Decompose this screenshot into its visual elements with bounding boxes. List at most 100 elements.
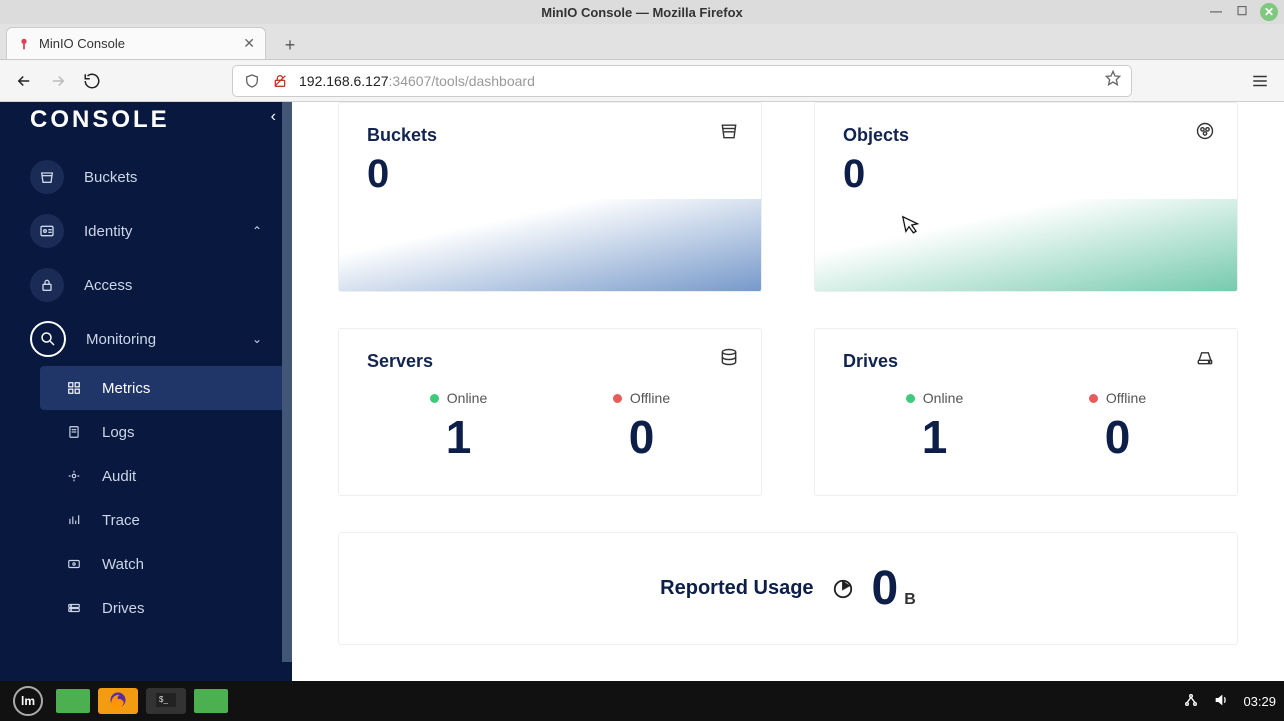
stat-label: Offline [630,390,670,406]
main-content: Buckets 0 Objects 0 Servers [292,102,1284,681]
card-wave-decoration [815,199,1237,291]
magnify-icon [30,321,66,357]
card-title: Servers [367,351,733,372]
card-objects: Objects 0 [814,102,1238,292]
sidebar-item-label: Buckets [84,169,137,186]
audit-icon [64,469,84,483]
card-servers: Servers Online 1 Offline 0 [338,328,762,496]
server-icon [719,347,739,372]
sidebar-item-monitoring[interactable]: Monitoring ⌄ [0,312,292,366]
sidebar-subitem-watch[interactable]: Watch [40,542,292,586]
insecure-icon[interactable] [271,72,289,90]
card-wave-decoration [339,199,761,291]
browser-tab[interactable]: MinIO Console ✕ [6,27,266,59]
drive-icon [1195,347,1215,372]
volume-icon[interactable] [1213,692,1229,711]
lock-icon [30,268,64,302]
back-button[interactable] [10,67,38,95]
objects-icon [1195,121,1215,146]
new-tab-button[interactable]: + [276,31,304,59]
grid-icon [64,381,84,395]
bucket-icon [719,121,739,146]
window-title: MinIO Console — Mozilla Firefox [541,5,743,20]
stat-label: Online [447,390,487,406]
window-titlebar: MinIO Console — Mozilla Firefox — ☐ ✕ [0,0,1284,24]
stat-value: 1 [367,410,550,464]
url-bar[interactable]: 192.168.6.127:34607/tools/dashboard [232,65,1132,97]
pie-icon [832,578,854,600]
card-title: Objects [843,125,1209,146]
collapse-sidebar-icon[interactable]: ‹ [271,108,276,126]
taskbar-firefox-button[interactable] [98,688,138,714]
usage-value: 0B [872,561,916,616]
usage-label: Reported Usage [660,577,813,600]
mint-logo-icon: lm [13,686,43,716]
file-icon [64,425,84,439]
sidebar-subitem-trace[interactable]: Trace [40,498,292,542]
card-title: Drives [843,351,1209,372]
start-menu-button[interactable]: lm [8,686,48,716]
sidebar-subitem-label: Watch [102,556,144,573]
id-icon [30,214,64,248]
shield-icon[interactable] [243,72,261,90]
bucket-icon [30,160,64,194]
sidebar-subitem-label: Metrics [102,380,150,397]
stat-value: 0 [1026,410,1209,464]
sidebar-subitem-label: Drives [102,600,145,617]
browser-navbar: 192.168.6.127:34607/tools/dashboard [0,60,1284,102]
sidebar-subitem-metrics[interactable]: Metrics [40,366,292,410]
stat-online: Online 1 [843,390,1026,464]
sidebar-item-label: Monitoring [86,331,156,348]
sidebar-scrollbar[interactable] [282,102,292,662]
app-sidebar: CONSOLE ‹ Buckets Identity ⌃ [0,102,292,681]
browser-tabstrip: MinIO Console ✕ + [0,24,1284,60]
card-value: 0 [843,152,1209,197]
taskbar-files2-button[interactable] [194,689,228,713]
taskbar-files-button[interactable] [56,689,90,713]
sidebar-item-buckets[interactable]: Buckets [0,150,292,204]
bookmark-star-icon[interactable] [1105,70,1121,91]
window-minimize-icon[interactable]: — [1208,3,1224,19]
sidebar-subitem-logs[interactable]: Logs [40,410,292,454]
stat-label: Online [923,390,963,406]
forward-button[interactable] [44,67,72,95]
sidebar-item-label: Access [84,277,132,294]
reload-button[interactable] [78,67,106,95]
card-value: 0 [367,152,733,197]
stat-offline: Offline 0 [550,390,733,464]
tab-close-icon[interactable]: ✕ [243,35,255,52]
sidebar-subitem-label: Audit [102,468,136,485]
sidebar-item-identity[interactable]: Identity ⌃ [0,204,292,258]
status-dot-offline-icon [613,394,622,403]
trace-icon [64,513,84,527]
watch-icon [64,557,84,571]
card-drives: Drives Online 1 Offline 0 [814,328,1238,496]
sidebar-item-access[interactable]: Access [0,258,292,312]
taskbar-terminal-button[interactable]: $_ [146,688,186,714]
window-maximize-icon[interactable]: ☐ [1234,3,1250,19]
svg-text:$_: $_ [159,695,168,704]
sidebar-item-label: Identity [84,223,132,240]
tab-title: MinIO Console [39,36,125,51]
desktop-taskbar: lm $_ 03:29 [0,681,1284,721]
chevron-down-icon: ⌄ [252,332,262,346]
sidebar-subitem-audit[interactable]: Audit [40,454,292,498]
stat-value: 0 [550,410,733,464]
stat-value: 1 [843,410,1026,464]
tab-favicon-icon [17,37,31,51]
window-close-icon[interactable]: ✕ [1260,3,1278,21]
url-text: 192.168.6.127:34607/tools/dashboard [299,73,535,89]
sidebar-subitem-drives[interactable]: Drives [40,586,292,630]
status-dot-online-icon [430,394,439,403]
card-reported-usage: Reported Usage 0B [338,532,1238,645]
status-dot-online-icon [906,394,915,403]
taskbar-clock[interactable]: 03:29 [1243,694,1276,709]
status-dot-offline-icon [1089,394,1098,403]
browser-menu-button[interactable] [1246,67,1274,95]
app-brand: CONSOLE [0,102,292,136]
stat-online: Online 1 [367,390,550,464]
sidebar-subnav-monitoring: Metrics Logs Audit [40,366,292,630]
sidebar-subitem-label: Trace [102,512,140,529]
network-icon[interactable] [1183,692,1199,711]
sidebar-subitem-label: Logs [102,424,135,441]
